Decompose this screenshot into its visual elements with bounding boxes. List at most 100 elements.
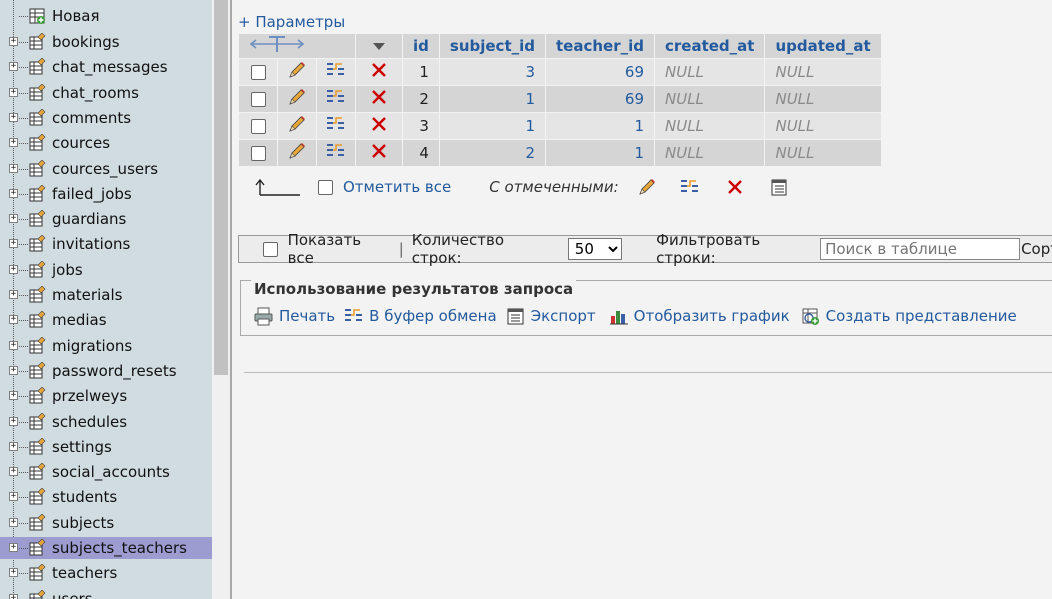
column-header-subject-id[interactable]: subject_id (439, 34, 545, 58)
copy-row-icon[interactable] (325, 87, 347, 107)
tree-item-przelweys[interactable]: + przelweys (0, 385, 212, 407)
expand-plus-icon[interactable]: + (9, 138, 18, 148)
tree-item-guardians[interactable]: + guardians (0, 208, 212, 230)
cell-subject-id[interactable]: 1 (439, 86, 545, 112)
show-all-label[interactable]: Показать все (288, 231, 389, 267)
expand-plus-icon[interactable]: + (9, 416, 18, 426)
cell-id[interactable]: 4 (403, 140, 439, 166)
tree-item-medias[interactable]: + medias (0, 309, 212, 331)
expand-plus-icon[interactable]: + (9, 340, 18, 350)
copy-row-icon[interactable] (325, 114, 347, 134)
tree-item-migrations[interactable]: + migrations (0, 335, 212, 357)
row-checkbox[interactable] (250, 146, 266, 161)
tree-item-new[interactable]: Новая (0, 5, 212, 27)
cell-id[interactable]: 2 (403, 86, 439, 112)
column-resize-header[interactable] (239, 34, 355, 58)
column-header-teacher-id[interactable]: teacher_id (546, 34, 654, 58)
tree-item-teachers[interactable]: + teachers (0, 562, 212, 584)
expand-plus-icon[interactable]: + (9, 239, 18, 249)
tree-item-chat-messages[interactable]: + chat_messages (0, 56, 212, 78)
copy-row-icon[interactable] (325, 60, 347, 80)
copy-row-icon[interactable] (325, 141, 347, 161)
expand-plus-icon[interactable]: + (9, 543, 18, 552)
row-checkbox[interactable] (250, 65, 266, 80)
edit-pencil-icon[interactable] (287, 141, 307, 161)
expand-plus-icon[interactable]: + (9, 290, 18, 299)
tree-item-failed-jobs[interactable]: + failed_jobs (0, 183, 212, 205)
tree-item-subjects-teachers[interactable]: + subjects_teachers (0, 537, 212, 559)
print-label[interactable]: Печать (279, 307, 335, 325)
cell-created-at[interactable]: NULL (655, 59, 765, 85)
edit-pencil-icon[interactable] (287, 60, 307, 80)
expand-plus-icon[interactable]: + (9, 517, 18, 527)
expand-plus-icon[interactable]: + (9, 568, 18, 578)
copy-rows-icon[interactable] (679, 177, 701, 197)
cell-created-at[interactable]: NULL (655, 86, 765, 112)
tree-item-invitations[interactable]: + invitations (0, 233, 212, 255)
rows-count-select[interactable]: 50 (567, 238, 623, 260)
expand-plus-icon[interactable]: + (9, 593, 18, 599)
row-checkbox[interactable] (250, 119, 266, 134)
tree-item-cources-users[interactable]: + cources_users (0, 158, 212, 180)
expand-plus-icon[interactable]: + (9, 163, 18, 173)
cell-updated-at[interactable]: NULL (765, 113, 881, 139)
tree-item-social-accounts[interactable]: + social_accounts (0, 461, 212, 483)
cell-subject-id[interactable]: 1 (439, 113, 545, 139)
cell-created-at[interactable]: NULL (655, 113, 765, 139)
delete-x-icon[interactable] (369, 87, 389, 107)
check-all-checkbox[interactable] (318, 179, 333, 195)
tree-item-subjects[interactable]: + subjects (0, 512, 212, 534)
cell-subject-id[interactable]: 3 (439, 59, 545, 85)
chart-link[interactable]: Отобразить график (608, 306, 790, 326)
cell-teacher-id[interactable]: 69 (546, 59, 654, 85)
expand-plus-icon[interactable]: + (9, 264, 18, 274)
expand-plus-icon[interactable]: + (9, 315, 18, 325)
cell-created-at[interactable]: NULL (655, 140, 765, 166)
cell-updated-at[interactable]: NULL (765, 59, 881, 85)
tree-item-users[interactable]: + users (0, 588, 212, 599)
tree-item-settings[interactable]: + settings (0, 436, 212, 458)
expand-plus-icon[interactable]: + (9, 214, 18, 224)
expand-plus-icon[interactable]: + (9, 391, 18, 401)
expand-plus-icon[interactable]: + (9, 492, 18, 502)
expand-plus-icon[interactable]: + (9, 87, 18, 97)
tree-item-password-resets[interactable]: + password_resets (0, 360, 212, 382)
create-view-link[interactable]: Создать представление (800, 306, 1017, 326)
check-all-link[interactable]: Отметить все (343, 178, 451, 196)
cell-teacher-id[interactable]: 1 (546, 113, 654, 139)
delete-x-icon[interactable] (369, 114, 389, 134)
nav-scrollbar-thumb[interactable] (214, 0, 228, 375)
create-view-label[interactable]: Создать представление (826, 307, 1017, 325)
cell-updated-at[interactable]: NULL (765, 86, 881, 112)
expand-plus-icon[interactable]: + (9, 112, 18, 122)
tree-item-students[interactable]: + students (0, 486, 212, 508)
tree-item-materials[interactable]: + materials (0, 284, 212, 306)
tree-item-comments[interactable]: + comments (0, 107, 212, 129)
edit-pencil-icon[interactable] (287, 87, 307, 107)
expand-plus-icon[interactable]: + (9, 188, 18, 198)
tree-item-jobs[interactable]: + jobs (0, 259, 212, 281)
clipboard-label[interactable]: В буфер обмена (369, 307, 497, 325)
expand-plus-icon[interactable]: + (9, 37, 18, 46)
export-table-icon[interactable] (769, 177, 789, 197)
expand-plus-icon[interactable]: + (9, 62, 18, 72)
column-options-header[interactable] (356, 34, 402, 58)
print-link[interactable]: Печать (253, 306, 335, 326)
cell-id[interactable]: 1 (403, 59, 439, 85)
cell-subject-id[interactable]: 2 (439, 140, 545, 166)
edit-pencil-icon[interactable] (637, 177, 657, 197)
cell-teacher-id[interactable]: 1 (546, 140, 654, 166)
chart-label[interactable]: Отобразить график (634, 307, 790, 325)
tree-item-schedules[interactable]: + schedules (0, 411, 212, 433)
cell-teacher-id[interactable]: 69 (546, 86, 654, 112)
expand-plus-icon[interactable]: + (9, 441, 18, 451)
cell-updated-at[interactable]: NULL (765, 140, 881, 166)
nav-divider[interactable] (230, 0, 232, 599)
tree-item-chat-rooms[interactable]: + chat_rooms (0, 82, 212, 104)
tree-item-cources[interactable]: + cources (0, 132, 212, 154)
tree-item-bookings[interactable]: + bookings (0, 31, 212, 53)
edit-pencil-icon[interactable] (287, 114, 307, 134)
parameters-link[interactable]: + Параметры (238, 13, 345, 31)
expand-plus-icon[interactable]: + (9, 467, 18, 477)
row-checkbox[interactable] (250, 92, 266, 107)
